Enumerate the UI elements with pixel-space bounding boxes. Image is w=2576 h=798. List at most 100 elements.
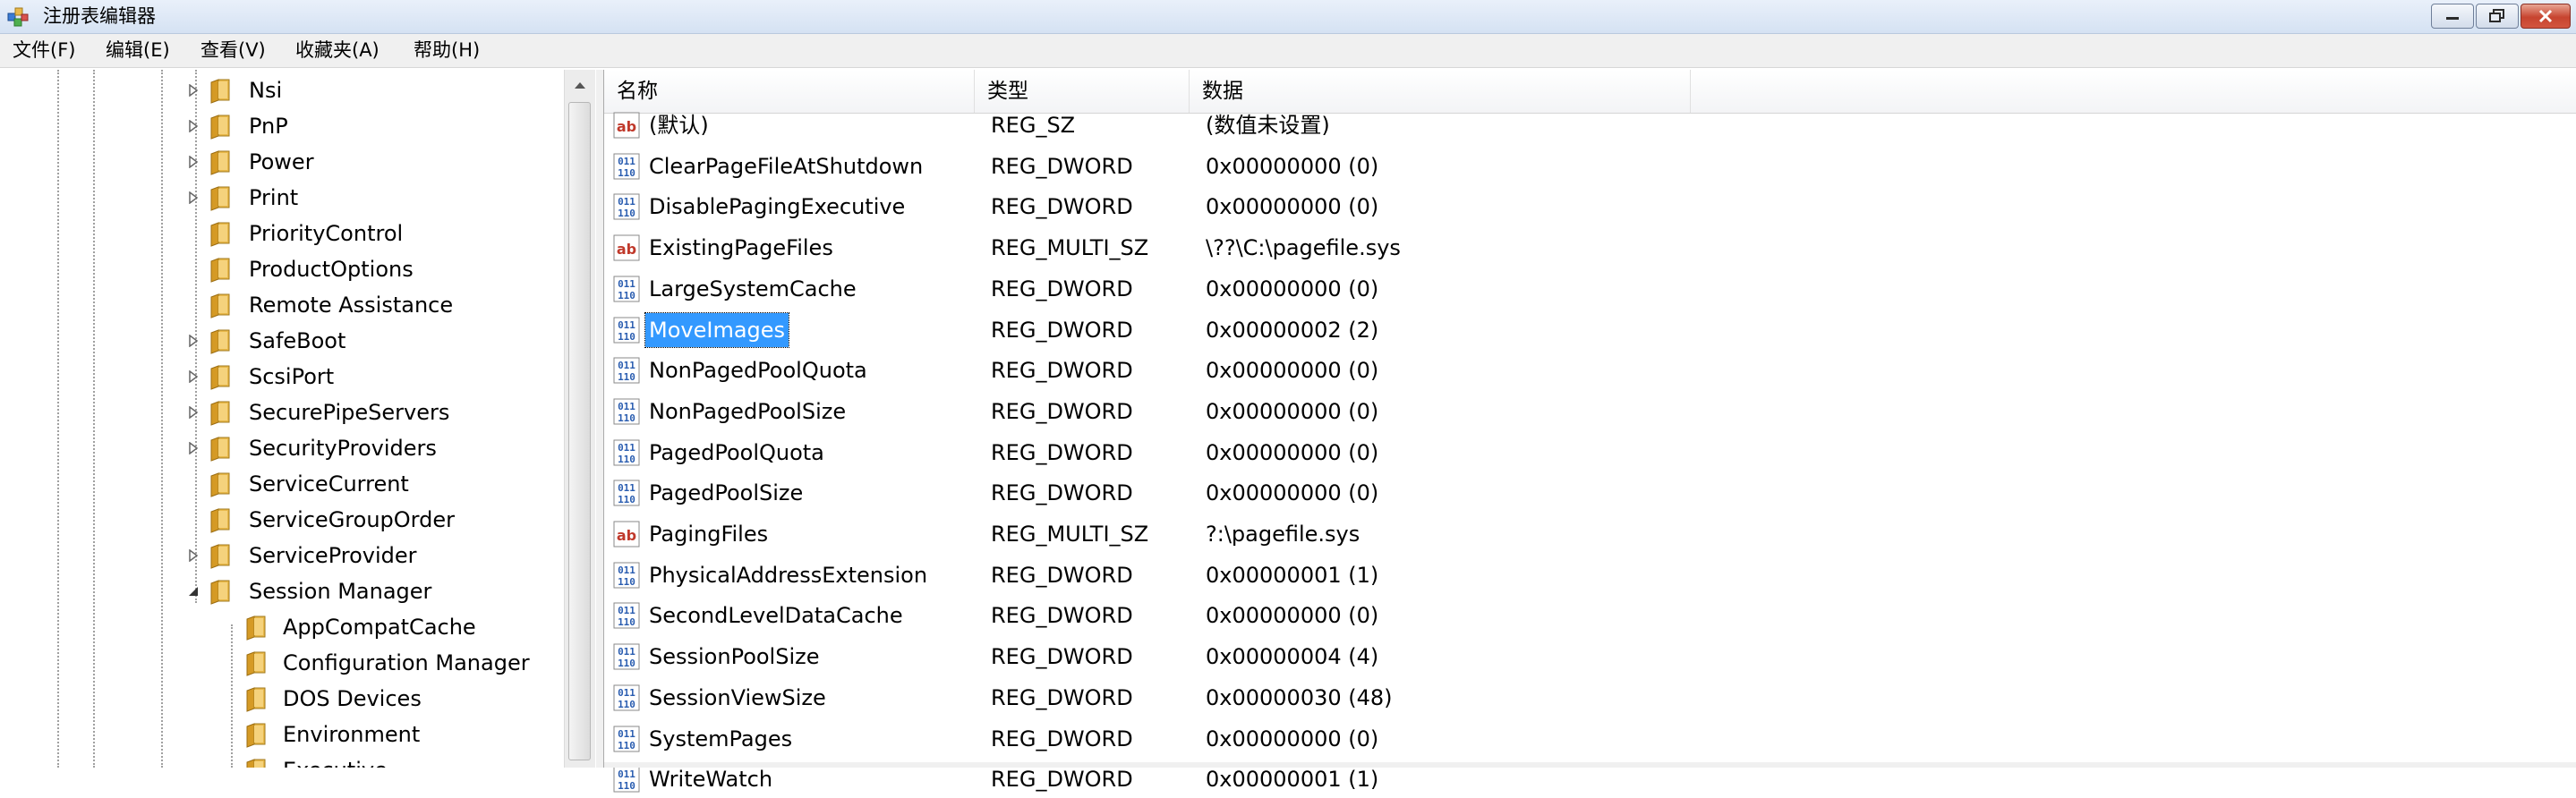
value-name[interactable]: NonPagedPoolSize <box>645 395 849 429</box>
expand-arrow-icon[interactable] <box>184 332 202 350</box>
tree-scrollbar[interactable] <box>564 70 595 768</box>
tree-item[interactable]: PriorityControl <box>0 216 564 251</box>
value-name[interactable]: (默认) <box>645 108 712 142</box>
tree-item[interactable]: Configuration Manager <box>0 645 564 681</box>
value-type: REG_DWORD <box>991 276 1133 301</box>
value-row[interactable]: 011 110 SystemPages REG_DWORD 0x00000000 (0) <box>604 720 2576 758</box>
value-name[interactable]: MoveImages <box>644 312 790 348</box>
value-data: (数值未设置) <box>1206 113 1330 138</box>
value-row[interactable]: 011 110 LargeSystemCache REG_DWORD 0x0000000… <box>604 270 2576 308</box>
value-name[interactable]: SystemPages <box>645 722 796 756</box>
value-name[interactable]: LargeSystemCache <box>645 272 860 306</box>
tree-item[interactable]: SecurePipeServers <box>0 395 564 430</box>
folder-icon <box>243 614 270 641</box>
value-row[interactable]: 011 110 MoveImages REG_DWORD 0x00000002 (2) <box>604 311 2576 349</box>
tree-item-label: Print <box>249 185 299 210</box>
expand-arrow-icon[interactable] <box>184 439 202 457</box>
tree-item[interactable]: SecurityProviders <box>0 430 564 466</box>
close-button[interactable] <box>2521 4 2571 29</box>
tree-item[interactable]: DOS Devices <box>0 681 564 717</box>
tree-item[interactable]: ScsiPort <box>0 359 564 395</box>
value-type: REG_DWORD <box>991 154 1133 179</box>
value-name[interactable]: DisablePagingExecutive <box>645 190 908 224</box>
value-data: 0x00000000 (0) <box>1206 358 1379 383</box>
value-row[interactable]: 011 110 NonPagedPoolQuota REG_DWORD 0x000000… <box>604 352 2576 389</box>
tree-item[interactable]: Remote Assistance <box>0 287 564 323</box>
value-data: 0x00000002 (2) <box>1206 318 1379 343</box>
value-name[interactable]: PagingFiles <box>645 517 772 551</box>
tree-item[interactable]: Nsi <box>0 72 564 108</box>
tree-item[interactable]: Print <box>0 180 564 216</box>
tree-item[interactable]: ServiceProvider <box>0 538 564 573</box>
value-row[interactable]: 011 110 SessionPoolSize REG_DWORD 0x00000004… <box>604 638 2576 675</box>
svg-text:110: 110 <box>618 616 635 628</box>
menu-file[interactable]: 文件(F) <box>13 34 75 67</box>
value-name[interactable]: SessionViewSize <box>645 681 830 715</box>
svg-text:011: 011 <box>618 605 635 616</box>
svg-text:011: 011 <box>618 728 635 740</box>
svg-text:110: 110 <box>618 699 635 710</box>
tree-item[interactable]: Session Manager <box>0 573 564 609</box>
expand-arrow-icon[interactable] <box>184 189 202 207</box>
menu-favorites[interactable]: 收藏夹(A) <box>295 34 380 67</box>
menu-help[interactable]: 帮助(H) <box>414 34 480 67</box>
expand-arrow-icon[interactable] <box>184 368 202 386</box>
tree-item[interactable]: Power <box>0 144 564 180</box>
value-name[interactable]: ClearPageFileAtShutdown <box>645 149 926 183</box>
expand-arrow-icon[interactable] <box>184 81 202 99</box>
menu-view[interactable]: 查看(V) <box>200 34 266 67</box>
scrollbar-thumb[interactable] <box>568 102 591 760</box>
value-name[interactable]: PagedPoolSize <box>645 476 806 510</box>
tree-item-label: Remote Assistance <box>249 293 454 318</box>
value-row[interactable]: 011 110 PagedPoolSize REG_DWORD 0x00000000 (… <box>604 474 2576 512</box>
value-row[interactable]: ab ExistingPageFiles REG_MULTI_SZ \??\C:\pa… <box>604 229 2576 267</box>
value-name[interactable]: SessionPoolSize <box>645 640 823 674</box>
value-name[interactable]: PhysicalAddressExtension <box>645 558 931 592</box>
tree-item[interactable]: ServiceGroupOrder <box>0 502 564 538</box>
expand-arrow-icon[interactable] <box>184 117 202 135</box>
folder-icon <box>243 685 270 712</box>
tree-item[interactable]: PnP <box>0 108 564 144</box>
value-row[interactable]: 011 110 SessionViewSize REG_DWORD 0x00000030… <box>604 679 2576 717</box>
collapse-arrow-icon[interactable] <box>184 582 202 600</box>
value-row[interactable]: 011 110 PagedPoolQuota REG_DWORD 0x00000000 … <box>604 434 2576 471</box>
expand-arrow-icon[interactable] <box>184 547 202 565</box>
value-row[interactable]: 011 110 NonPagedPoolSize REG_DWORD 0x0000000… <box>604 393 2576 430</box>
folder-icon <box>208 471 235 497</box>
tree-item[interactable]: ServiceCurrent <box>0 466 564 502</box>
folder-icon <box>208 184 235 211</box>
value-name[interactable]: ExistingPageFiles <box>645 231 837 265</box>
expand-arrow-icon[interactable] <box>184 403 202 421</box>
svg-text:110: 110 <box>618 576 635 588</box>
tree-item[interactable]: SafeBoot <box>0 323 564 359</box>
value-name[interactable]: SecondLevelDataCache <box>645 598 907 632</box>
maximize-button[interactable] <box>2476 4 2519 29</box>
value-name[interactable]: PagedPoolQuota <box>645 436 828 470</box>
scroll-up-arrow-icon[interactable] <box>565 70 595 100</box>
window-title: 注册表编辑器 <box>43 5 156 27</box>
value-data: 0x00000000 (0) <box>1206 194 1379 219</box>
maximize-icon <box>2477 4 2518 28</box>
value-type: REG_DWORD <box>991 563 1133 588</box>
binary-value-icon: 011 110 <box>613 398 640 425</box>
value-row[interactable]: ab PagingFiles REG_MULTI_SZ ?:\pagefile.sys <box>604 515 2576 553</box>
value-name[interactable]: NonPagedPoolQuota <box>645 353 871 387</box>
folder-icon <box>208 292 235 318</box>
value-data: 0x00000001 (1) <box>1206 563 1379 588</box>
tree-item-label: SafeBoot <box>249 328 346 353</box>
minimize-button[interactable] <box>2431 4 2474 29</box>
expand-arrow-icon[interactable] <box>184 153 202 171</box>
tree-item[interactable]: ProductOptions <box>0 251 564 287</box>
tree-item[interactable]: AppCompatCache <box>0 609 564 645</box>
pane-splitter[interactable] <box>596 70 603 768</box>
value-row[interactable]: 011 110 SecondLevelDataCache REG_DWORD 0x000… <box>604 597 2576 634</box>
tree-item[interactable]: Environment <box>0 717 564 752</box>
value-row[interactable]: 011 110 PhysicalAddressExtension REG_DWORD 0… <box>604 556 2576 594</box>
values-list: 名称 类型 数据 ab (默认) REG_SZ (数值未设置) 011 110 ClearP… <box>603 70 2576 793</box>
value-row[interactable]: 011 110 DisablePagingExecutive REG_DWORD 0x0… <box>604 188 2576 225</box>
value-row[interactable]: 011 110 ClearPageFileAtShutdown REG_DWORD 0x… <box>604 148 2576 185</box>
value-data: 0x00000030 (48) <box>1206 685 1393 710</box>
menu-edit[interactable]: 编辑(E) <box>106 34 170 67</box>
value-row[interactable]: ab (默认) REG_SZ (数值未设置) <box>604 106 2576 144</box>
tree-item[interactable]: Executive <box>0 752 564 768</box>
